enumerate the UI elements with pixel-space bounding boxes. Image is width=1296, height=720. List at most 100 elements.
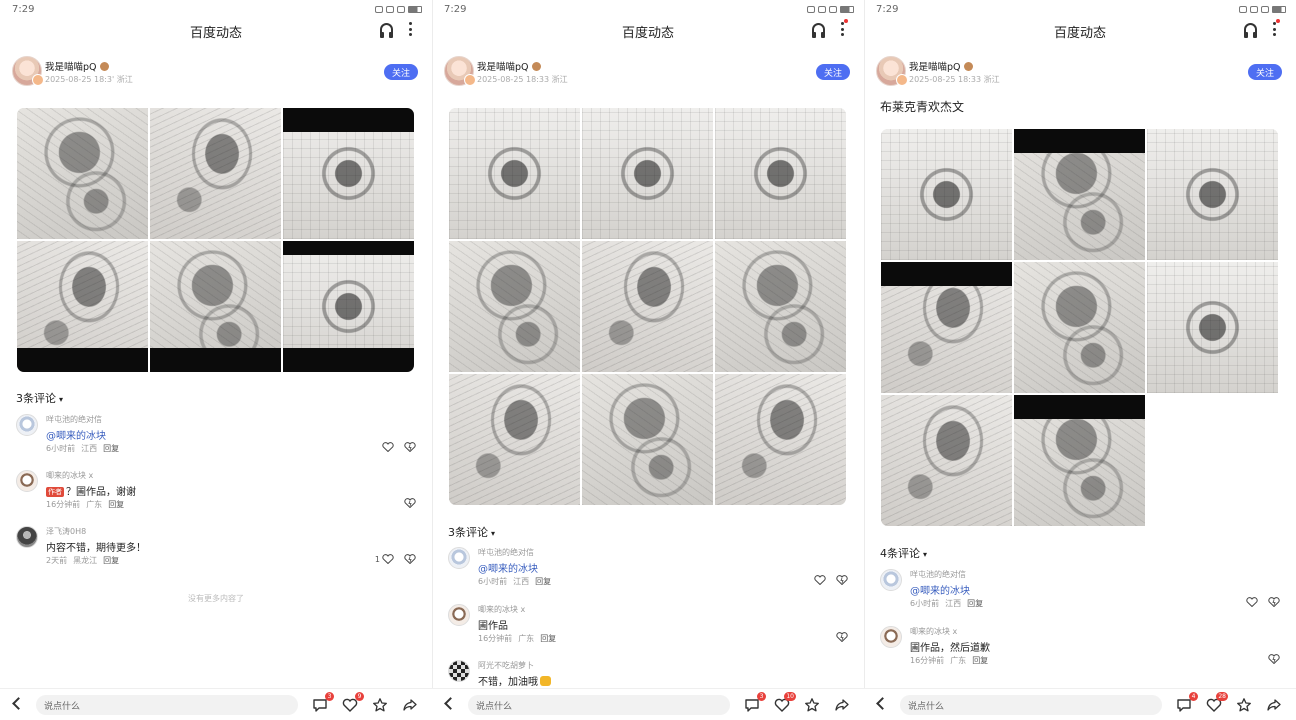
dislike-icon[interactable] (1268, 597, 1280, 607)
follow-button[interactable]: 关注 (384, 64, 418, 80)
comment-text: 不错，加油哦 (478, 673, 551, 688)
comment-input[interactable]: 说点什么 (900, 695, 1162, 715)
comments-header[interactable]: 4条评论 ▾ (880, 545, 927, 561)
reply-button[interactable]: 回复 (967, 599, 983, 608)
commenter-name[interactable]: 咩屯池的绝对信 (46, 414, 102, 425)
author-name[interactable]: 我是喵喵pQ (909, 59, 973, 73)
more-icon[interactable] (841, 19, 848, 36)
commenter-avatar[interactable] (448, 660, 470, 682)
author-name[interactable]: 我是喵喵pQ (477, 59, 541, 73)
commenter-avatar[interactable] (880, 569, 902, 591)
dislike-icon[interactable] (836, 632, 848, 642)
post-image[interactable] (449, 241, 580, 372)
heart-icon[interactable] (1246, 597, 1258, 607)
reply-button[interactable]: 回复 (535, 577, 551, 586)
post-image[interactable] (582, 241, 713, 372)
commenter-name[interactable]: 阿光不吃胡萝卜 (478, 660, 534, 671)
comments-header[interactable]: 3条评论 ▾ (448, 524, 495, 540)
post-image[interactable] (1014, 395, 1145, 526)
commenter-avatar[interactable] (448, 604, 470, 626)
avatar[interactable] (876, 56, 908, 86)
post-image[interactable] (449, 108, 580, 239)
post-image[interactable] (150, 108, 281, 239)
follow-button[interactable]: 关注 (1248, 64, 1282, 80)
level-badge-icon (963, 62, 973, 71)
commenter-avatar[interactable] (448, 547, 470, 569)
dislike-icon[interactable] (404, 554, 416, 564)
dislike-icon[interactable] (1268, 654, 1280, 664)
more-icon[interactable] (409, 22, 412, 36)
post-image[interactable] (283, 108, 414, 239)
commenter-name[interactable]: 泽飞涛0H8 (46, 526, 86, 537)
reply-button[interactable]: 回复 (972, 656, 988, 665)
comment-meta: 2天前 黑龙江 回复 (46, 556, 120, 565)
post-image[interactable] (715, 241, 846, 372)
post-image[interactable] (283, 241, 414, 372)
commenter-name[interactable]: 咩屯池的绝对信 (910, 569, 966, 580)
share-icon[interactable] (402, 697, 418, 713)
post-image[interactable] (582, 374, 713, 505)
more-icon[interactable] (1273, 19, 1280, 36)
post-image[interactable] (17, 108, 148, 239)
post-image[interactable] (715, 374, 846, 505)
comment-count-badge: 4 (1189, 692, 1198, 701)
post-image[interactable] (1147, 129, 1278, 260)
avatar[interactable] (12, 56, 44, 86)
post-image[interactable] (17, 241, 148, 372)
reply-button[interactable]: 回复 (103, 556, 119, 565)
commenter-name[interactable]: 唧来的冰块 ⅹ (910, 626, 957, 637)
like-icon[interactable]: 10 (774, 692, 796, 713)
post-image[interactable] (1014, 262, 1145, 393)
avatar[interactable] (444, 56, 476, 86)
dislike-icon[interactable] (404, 442, 416, 452)
post-image[interactable] (150, 241, 281, 372)
follow-button[interactable]: 关注 (816, 64, 850, 80)
reply-button[interactable]: 回复 (103, 444, 119, 453)
heart-icon[interactable] (814, 575, 826, 585)
dislike-icon[interactable] (836, 575, 848, 585)
commenter-avatar[interactable] (16, 470, 38, 492)
headphone-icon[interactable] (380, 23, 393, 38)
comments-header[interactable]: 3条评论 ▾ (16, 390, 63, 406)
share-icon[interactable] (834, 697, 850, 713)
commenter-name[interactable]: 唧来的冰块 ⅹ (46, 470, 93, 481)
back-icon[interactable] (876, 697, 889, 710)
comment-icon[interactable]: 4 (1176, 692, 1198, 713)
heart-icon[interactable] (382, 554, 394, 564)
commenter-avatar[interactable] (880, 626, 902, 648)
post-image[interactable] (881, 129, 1012, 260)
back-icon[interactable] (12, 697, 25, 710)
post-image[interactable] (582, 108, 713, 239)
comment-icon[interactable]: 3 (312, 692, 334, 713)
top-bar: 百度动态 (0, 18, 432, 44)
author-name[interactable]: 我是喵喵pQ (45, 59, 109, 73)
comment-meta: 16分钟前 广东 回复 (910, 656, 989, 665)
post-image[interactable] (1014, 129, 1145, 260)
post-image[interactable] (715, 108, 846, 239)
post-image[interactable] (1147, 262, 1278, 393)
star-icon[interactable] (804, 697, 820, 713)
post-image[interactable] (881, 395, 1012, 526)
reply-button[interactable]: 回复 (540, 634, 556, 643)
comment-input[interactable]: 说点什么 (468, 695, 730, 715)
post-image[interactable] (449, 374, 580, 505)
dislike-icon[interactable] (404, 498, 416, 508)
post-screen-3: 7:29 百度动态 我是喵喵pQ 2025-08-25 18:33 浙江 关注 … (864, 0, 1296, 720)
share-icon[interactable] (1266, 697, 1282, 713)
comment-icon[interactable]: 3 (744, 692, 766, 713)
like-icon[interactable]: 9 (342, 692, 364, 713)
commenter-avatar[interactable] (16, 414, 38, 436)
commenter-name[interactable]: 咩屯池的绝对信 (478, 547, 534, 558)
star-icon[interactable] (1236, 697, 1252, 713)
back-icon[interactable] (444, 697, 457, 710)
post-image[interactable] (881, 262, 1012, 393)
heart-icon[interactable] (382, 442, 394, 452)
headphone-icon[interactable] (1244, 23, 1257, 38)
headphone-icon[interactable] (812, 23, 825, 38)
like-icon[interactable]: 28 (1206, 692, 1228, 713)
reply-button[interactable]: 回复 (108, 500, 124, 509)
comment-input[interactable]: 说点什么 (36, 695, 298, 715)
commenter-name[interactable]: 唧来的冰块 ⅹ (478, 604, 525, 615)
star-icon[interactable] (372, 697, 388, 713)
commenter-avatar[interactable] (16, 526, 38, 548)
